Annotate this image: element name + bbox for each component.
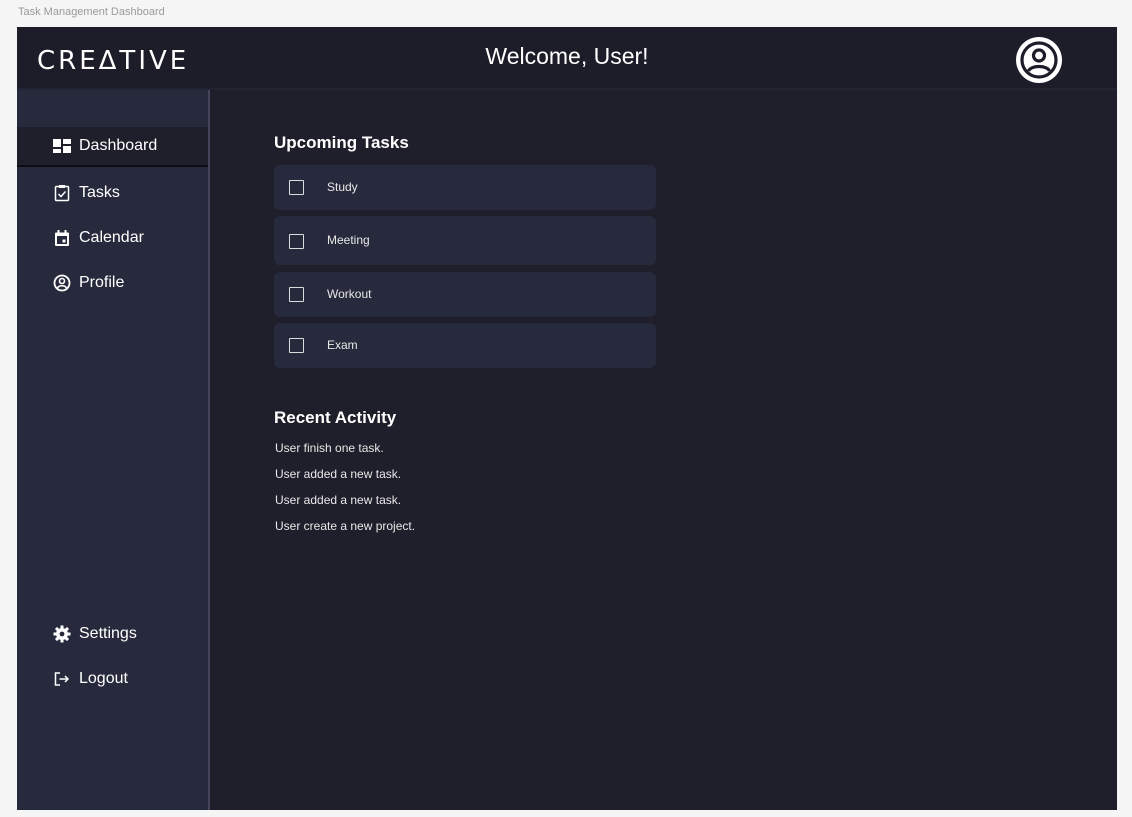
task-label: Study xyxy=(327,180,358,194)
gear-icon xyxy=(53,625,71,643)
activity-item: User added a new task. xyxy=(275,467,402,481)
task-item-workout[interactable]: Workout xyxy=(274,272,656,317)
task-label: Workout xyxy=(327,287,372,301)
sidebar: Dashboard Tasks Calendar Profile Setting… xyxy=(17,90,210,810)
task-label: Exam xyxy=(327,338,358,352)
user-circle-icon xyxy=(53,274,71,292)
task-item-meeting[interactable]: Meeting xyxy=(274,216,656,265)
sidebar-item-label: Logout xyxy=(79,670,128,687)
app-window: CREΔTIVE Welcome, User! Dashboard Tasks … xyxy=(17,27,1117,810)
calendar-icon xyxy=(53,229,71,247)
user-circle-icon xyxy=(1016,37,1062,83)
activity-item: User added a new task. xyxy=(275,493,402,507)
task-checkbox[interactable] xyxy=(289,338,304,353)
sidebar-item-label: Tasks xyxy=(79,184,120,201)
sidebar-item-dashboard[interactable]: Dashboard xyxy=(17,127,208,167)
task-checkbox[interactable] xyxy=(289,234,304,249)
recent-activity-title: Recent Activity xyxy=(274,408,397,427)
welcome-title: Welcome, User! xyxy=(485,43,649,69)
upcoming-tasks-title: Upcoming Tasks xyxy=(274,133,409,152)
sidebar-item-logout[interactable]: Logout xyxy=(17,659,208,699)
sidebar-item-label: Profile xyxy=(79,274,125,291)
sidebar-item-settings[interactable]: Settings xyxy=(17,614,208,654)
activity-item: User finish one task. xyxy=(275,441,384,455)
dashboard-icon xyxy=(53,137,71,155)
avatar[interactable] xyxy=(1015,36,1063,84)
logout-icon xyxy=(53,670,71,688)
main-content: Upcoming Tasks Study Meeting Workout Exa… xyxy=(210,90,1117,810)
sidebar-item-label: Settings xyxy=(79,625,137,642)
task-checkbox[interactable] xyxy=(289,180,304,195)
sidebar-item-label: Dashboard xyxy=(79,137,158,154)
sidebar-item-label: Calendar xyxy=(79,229,144,246)
sidebar-item-tasks[interactable]: Tasks xyxy=(17,173,208,213)
sidebar-item-profile[interactable]: Profile xyxy=(17,263,208,303)
activity-item: User create a new project. xyxy=(275,519,416,533)
frame-label: Task Management Dashboard xyxy=(18,6,165,18)
task-item-study[interactable]: Study xyxy=(274,165,656,210)
clipboard-check-icon xyxy=(53,184,71,202)
top-bar: CREΔTIVE Welcome, User! xyxy=(17,27,1117,90)
task-item-exam[interactable]: Exam xyxy=(274,323,656,368)
sidebar-item-calendar[interactable]: Calendar xyxy=(17,218,208,258)
task-checkbox[interactable] xyxy=(289,287,304,302)
task-label: Meeting xyxy=(327,233,370,247)
